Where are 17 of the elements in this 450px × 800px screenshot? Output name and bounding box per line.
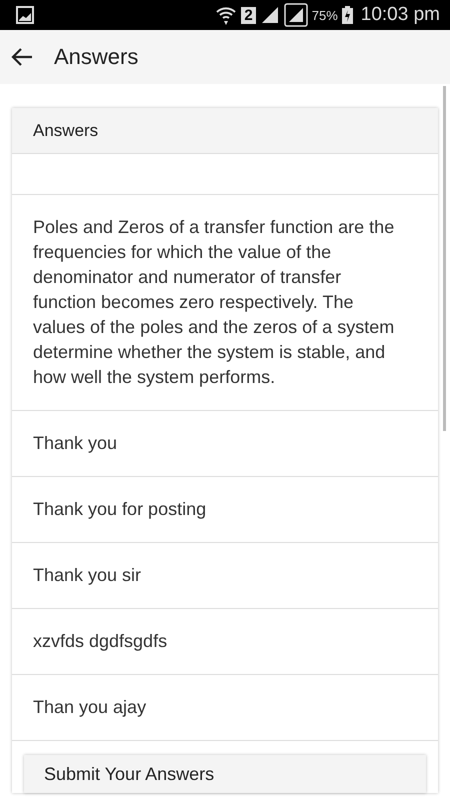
signal-icon <box>260 5 280 25</box>
screen-title: Answers <box>54 44 138 70</box>
answer-text: xzvfds dgdfsgdfs <box>33 631 168 651</box>
answer-text: Than you ajay <box>33 697 146 717</box>
signal-icon <box>284 3 308 27</box>
answer-text: Thank you for posting <box>33 499 206 519</box>
card-title: Answers <box>33 120 98 140</box>
submit-title: Submit Your Answers <box>44 764 214 784</box>
back-arrow-icon <box>11 47 33 67</box>
answer-text: Thank you sir <box>33 565 142 585</box>
clock-time: 10:03 pm <box>360 4 440 26</box>
answer-text: Thank you <box>33 433 118 453</box>
gallery-icon <box>16 6 34 24</box>
answer-text: Poles and Zeros of a transfer function are the frequencies for which the value of the denominator and numerator of transfer function becomes zero respectively. The values of the poles and the zeros of a system determine whether the system is stable, and how well the system performs. <box>33 217 394 387</box>
battery-percent: 75% <box>312 8 338 22</box>
sim-badge: 2 <box>241 6 256 24</box>
battery-icon <box>342 6 353 24</box>
